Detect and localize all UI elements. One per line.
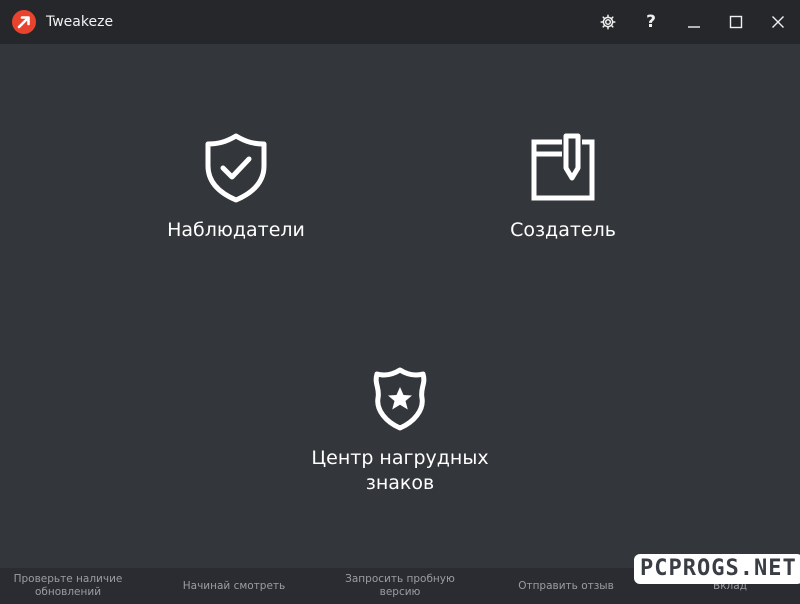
document-pen-icon	[530, 132, 596, 204]
watermark: PCPROGS.NET	[634, 554, 800, 584]
title-bar: Tweakeze ?	[0, 0, 800, 44]
check-updates-link[interactable]: Проверьте наличие обновлений	[8, 573, 128, 599]
minimize-button[interactable]	[679, 7, 709, 37]
get-started-link[interactable]: Начинай смотреть	[174, 580, 294, 593]
tile-badge-center[interactable]: Центр нагрудных знаков	[290, 366, 510, 496]
maximize-icon	[729, 15, 743, 29]
close-button[interactable]	[763, 7, 793, 37]
badge-star-icon	[372, 366, 428, 432]
app-window: Tweakeze ? Наблюдатели Создатель Центр н…	[0, 0, 800, 604]
tile-badge-center-label: Центр нагрудных знаков	[311, 447, 489, 494]
close-icon	[771, 15, 785, 29]
request-trial-link[interactable]: Запросить пробную версию	[340, 573, 460, 599]
help-icon: ?	[646, 12, 656, 32]
gear-icon	[600, 14, 616, 30]
tile-creator[interactable]: Создатель	[463, 132, 663, 243]
settings-button[interactable]	[593, 7, 623, 37]
maximize-button[interactable]	[721, 7, 751, 37]
help-button[interactable]: ?	[636, 7, 666, 37]
tweakeze-logo-icon	[12, 10, 36, 34]
minimize-icon	[687, 15, 701, 29]
shield-check-icon	[204, 132, 268, 204]
tile-watchers-label: Наблюдатели	[167, 219, 305, 241]
send-feedback-link[interactable]: Отправить отзыв	[506, 580, 626, 593]
app-title: Tweakeze	[46, 14, 114, 30]
tile-creator-label: Создатель	[510, 219, 616, 241]
tile-watchers[interactable]: Наблюдатели	[136, 132, 336, 243]
